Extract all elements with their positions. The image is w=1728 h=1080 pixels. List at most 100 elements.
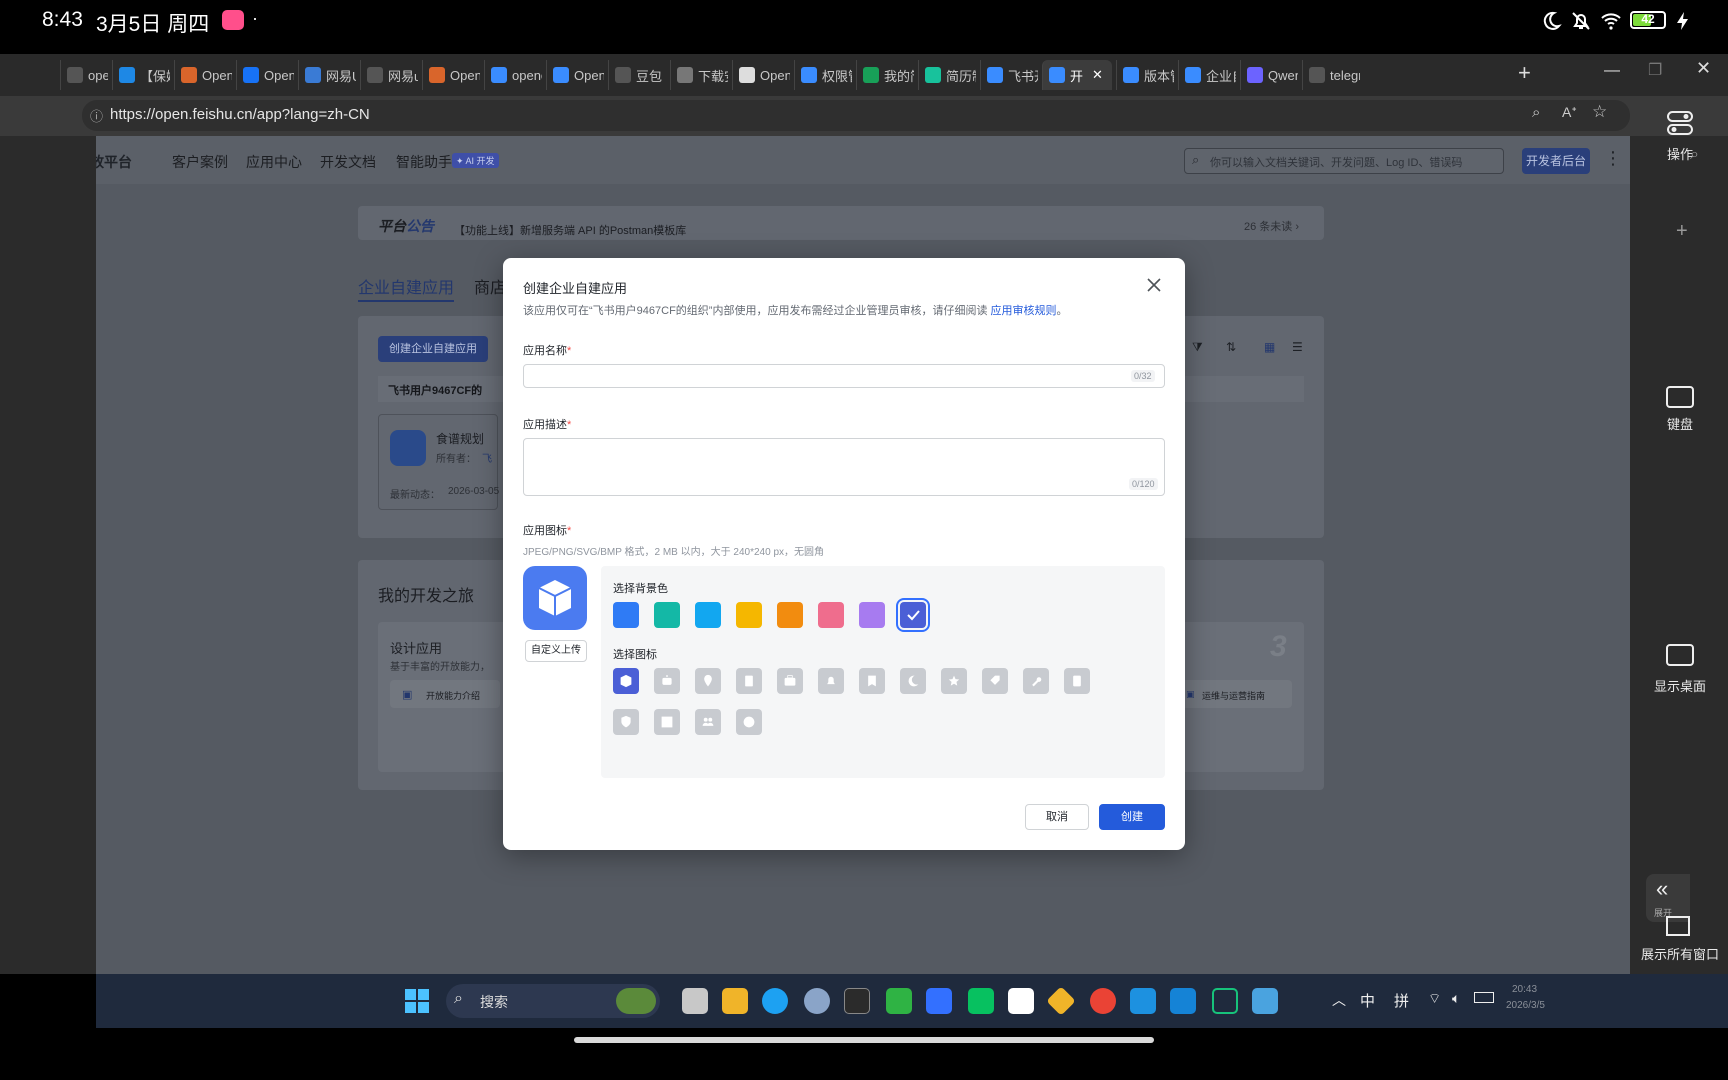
tray-expand-icon[interactable]: ︿ — [1332, 990, 1346, 1010]
app-desc-textarea[interactable] — [523, 438, 1165, 496]
icon-option-button[interactable] — [900, 668, 926, 694]
bg-color-swatch[interactable] — [896, 598, 930, 632]
close-tab-icon[interactable]: ✕ — [1092, 67, 1103, 83]
nav-dev-docs[interactable]: 开发文档 — [320, 152, 376, 172]
icon-option-button[interactable] — [695, 709, 721, 735]
app-name-input[interactable] — [523, 364, 1165, 388]
operate-label[interactable]: 操作 — [1640, 144, 1720, 163]
notice-unread[interactable]: 26 条未读 › — [1244, 218, 1299, 234]
feishu-app-icon[interactable] — [926, 988, 952, 1014]
bg-color-swatch[interactable] — [736, 602, 762, 628]
bg-color-swatch[interactable] — [777, 602, 803, 628]
minimize-button[interactable]: — — [1604, 62, 1620, 80]
settings-icon[interactable] — [804, 988, 830, 1014]
grid-view-icon[interactable]: ▦ — [1264, 340, 1275, 354]
browser-tab[interactable]: 简历制 — [918, 60, 976, 90]
icon-option-button[interactable] — [695, 668, 721, 694]
show-desktop-icon[interactable] — [1666, 644, 1694, 666]
green-app-icon[interactable] — [886, 988, 912, 1014]
filter-icon[interactable]: ⧩ — [1192, 340, 1203, 355]
operate-icon[interactable] — [1666, 108, 1694, 138]
favorite-star-icon[interactable]: ☆ — [1592, 102, 1607, 122]
chat-monitor-icon[interactable] — [1212, 988, 1238, 1014]
show-desktop-label[interactable]: 显示桌面 — [1640, 676, 1720, 695]
cancel-button[interactable]: 取消 — [1025, 804, 1089, 830]
icon-option-button[interactable] — [613, 709, 639, 735]
read-aloud-icon[interactable]: Aᐩ — [1562, 104, 1577, 121]
landscape-app-icon[interactable] — [1252, 988, 1278, 1014]
icon-option-button[interactable] — [613, 668, 639, 694]
browser-tab[interactable]: 网易u — [360, 60, 418, 90]
app-name[interactable]: 食谱规划 — [436, 430, 484, 447]
browser-tab[interactable]: Openc — [546, 60, 604, 90]
icon-option-button[interactable] — [736, 709, 762, 735]
ops-link[interactable]: 运维与运营指南 — [1202, 689, 1265, 702]
task-view-icon[interactable] — [682, 988, 708, 1014]
close-icon[interactable] — [1145, 276, 1163, 294]
icon-option-button[interactable] — [654, 709, 680, 735]
wechat-icon[interactable] — [968, 988, 994, 1014]
icon-option-button[interactable] — [736, 668, 762, 694]
file-explorer-icon[interactable] — [722, 988, 748, 1014]
icon-option-button[interactable] — [654, 668, 680, 694]
windows-start-icon[interactable] — [404, 988, 430, 1014]
bg-color-swatch[interactable] — [818, 602, 844, 628]
taskbar-clock-date[interactable]: 2026/3/5 — [1506, 1000, 1545, 1011]
browser-tab[interactable]: OpenC — [174, 60, 232, 90]
close-window-button[interactable]: ✕ — [1696, 58, 1711, 79]
browser-tab[interactable]: openc — [60, 60, 108, 90]
nav-customer-cases[interactable]: 客户案例 — [172, 152, 228, 172]
docker-icon[interactable] — [1130, 988, 1156, 1014]
browser-tab[interactable]: 豆包 — [608, 60, 666, 90]
chrome-icon[interactable] — [1090, 988, 1116, 1014]
tray-wifi-icon[interactable]: ⌔ — [1428, 990, 1441, 1008]
sort-icon[interactable]: ⇅ — [1226, 340, 1236, 354]
edge-browser-icon[interactable] — [762, 988, 788, 1014]
all-windows-label[interactable]: 展示所有窗口 — [1640, 944, 1720, 963]
site-logo-text[interactable]: 飞书开放平台 — [96, 152, 132, 172]
terminal-icon[interactable] — [844, 988, 870, 1014]
side-add-icon[interactable]: + — [1676, 220, 1688, 243]
new-tab-button[interactable]: + — [1518, 60, 1531, 86]
tab-enterprise-apps[interactable]: 企业自建应用 — [358, 274, 454, 298]
list-view-icon[interactable]: ☰ — [1292, 340, 1303, 354]
browser-tab[interactable]: 【保姆 — [112, 60, 170, 90]
bg-color-swatch[interactable] — [613, 602, 639, 628]
browser-tab[interactable]: OpenC — [732, 60, 790, 90]
custom-upload-button[interactable]: 自定义上传 — [525, 640, 587, 662]
dev-console-button[interactable]: 开发者后台 — [1522, 148, 1590, 174]
capability-link[interactable]: 开放能力介绍 — [426, 689, 480, 702]
bird-app-icon[interactable] — [1170, 988, 1196, 1014]
tray-battery-icon[interactable] — [1474, 992, 1494, 1003]
icon-option-button[interactable] — [941, 668, 967, 694]
notice-text[interactable]: 【功能上线】新增服务端 API 的Postman模板库 — [454, 222, 686, 238]
icon-option-button[interactable] — [982, 668, 1008, 694]
icon-option-button[interactable] — [818, 668, 844, 694]
bg-color-swatch[interactable] — [654, 602, 680, 628]
bg-color-swatch[interactable] — [859, 602, 885, 628]
tab-store-apps[interactable]: 商店 — [474, 274, 506, 298]
create-button[interactable]: 创建 — [1099, 804, 1165, 830]
browser-tab[interactable]: 权限管 — [794, 60, 852, 90]
diamond-app-icon[interactable] — [1046, 986, 1076, 1016]
browser-tab[interactable]: 企业自 — [1178, 60, 1236, 90]
browser-tab[interactable]: 下载安 — [670, 60, 728, 90]
icon-option-button[interactable] — [859, 668, 885, 694]
taskbar-clock-time[interactable]: 20:43 — [1512, 984, 1537, 995]
browser-tab[interactable]: opencl — [484, 60, 542, 90]
window-app-icon[interactable] — [1008, 988, 1034, 1014]
browser-tab[interactable]: 版本管 — [1116, 60, 1174, 90]
bg-color-swatch[interactable] — [695, 602, 721, 628]
browser-tab[interactable]: 开 ✕ — [1042, 60, 1112, 90]
icon-option-button[interactable] — [1023, 668, 1049, 694]
all-windows-icon[interactable] — [1666, 916, 1690, 936]
browser-tab[interactable]: 飞书开 — [980, 60, 1038, 90]
tray-volume-icon[interactable]: 🔈︎ — [1452, 990, 1460, 1007]
zoom-icon[interactable]: ⌕ — [1532, 104, 1540, 121]
keyboard-icon[interactable] — [1666, 386, 1694, 408]
icon-option-button[interactable] — [1064, 668, 1090, 694]
side-search-icon[interactable]: ⌕ — [1690, 146, 1699, 164]
browser-tab[interactable]: telegr — [1302, 60, 1360, 90]
nav-app-center[interactable]: 应用中心 — [246, 152, 302, 172]
browser-tab[interactable]: 网易U — [298, 60, 356, 90]
